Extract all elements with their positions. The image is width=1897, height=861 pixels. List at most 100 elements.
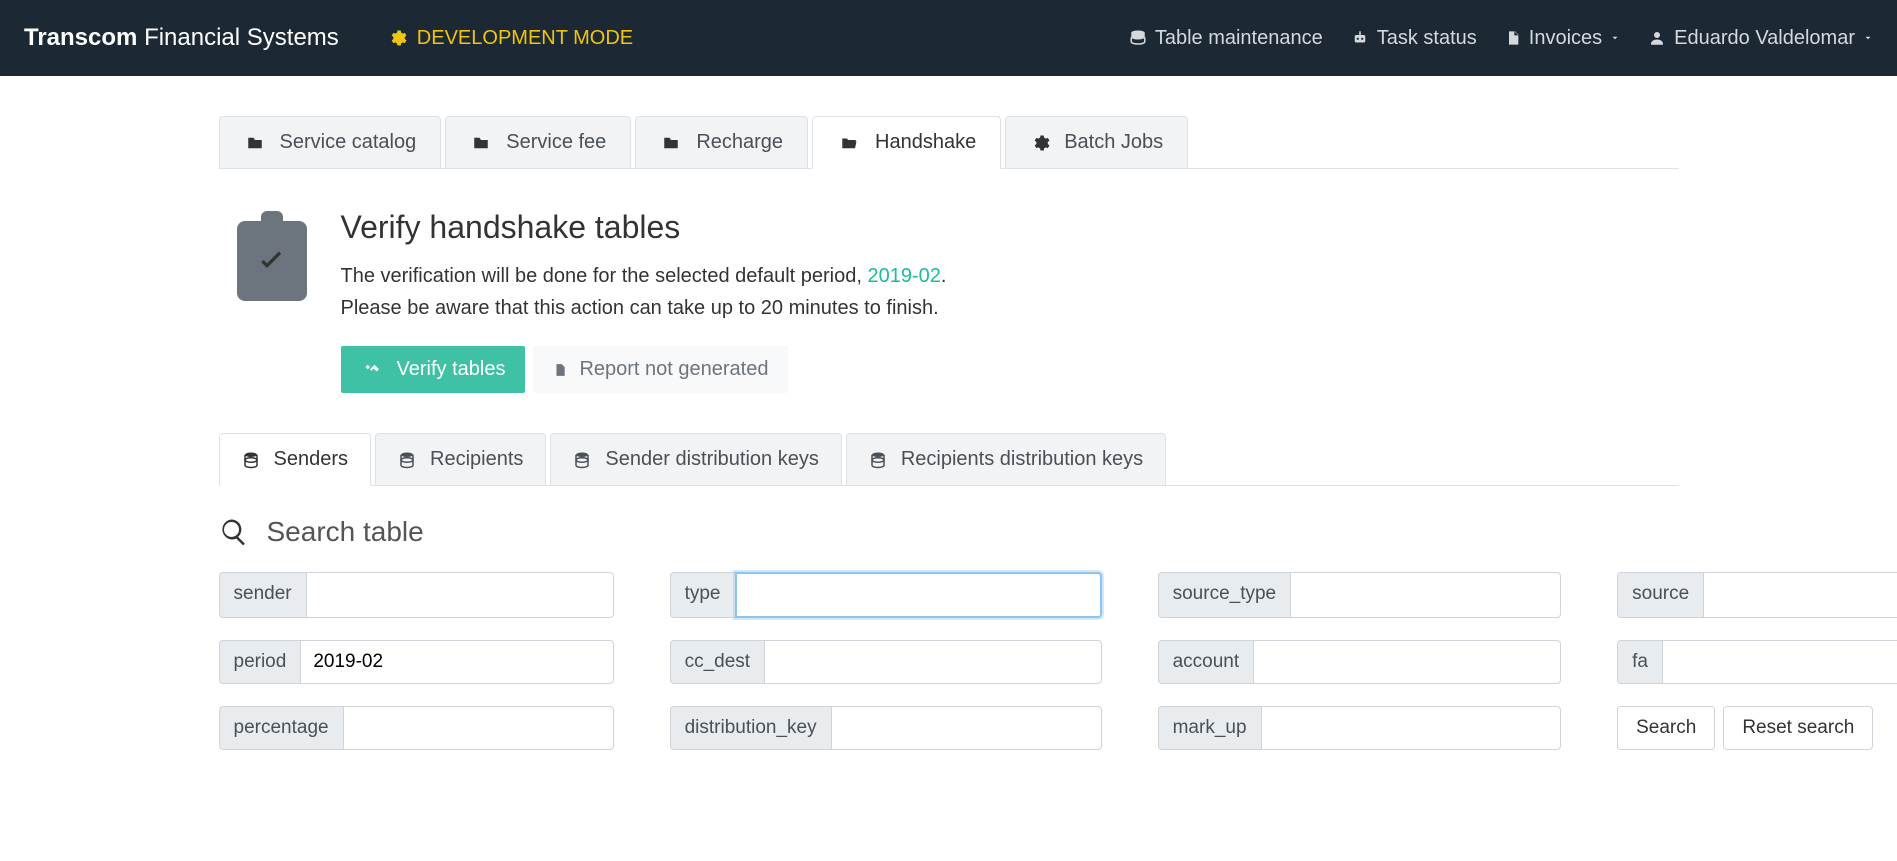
input-percentage[interactable]	[343, 706, 614, 750]
field-mark-up: mark_up	[1158, 706, 1562, 750]
caret-down-icon	[1863, 33, 1873, 43]
database-icon	[1129, 29, 1147, 47]
page-title: Verify handshake tables	[341, 209, 947, 246]
input-period[interactable]	[300, 640, 613, 684]
subtab-sender-dist-label: Sender distribution keys	[605, 448, 818, 471]
input-source[interactable]	[1703, 572, 1897, 618]
input-type[interactable]	[735, 572, 1102, 618]
database-icon	[869, 451, 887, 469]
page-header: Verify handshake tables The verification…	[237, 209, 1679, 393]
subtab-recipients[interactable]: Recipients	[375, 433, 546, 485]
search-buttons: Search Reset search	[1617, 706, 1897, 750]
clipboard-check-icon	[237, 221, 307, 301]
subtab-recipient-dist-keys[interactable]: Recipients distribution keys	[846, 433, 1166, 485]
field-sender: sender	[219, 572, 614, 618]
nav-task-status[interactable]: Task status	[1351, 27, 1477, 50]
input-cc-dest[interactable]	[764, 640, 1102, 684]
header-text: Verify handshake tables The verification…	[341, 209, 947, 393]
navbar: Transcom Financial Systems DEVELOPMENT M…	[0, 0, 1897, 76]
tab-handshake-label: Handshake	[875, 131, 976, 154]
tab-recharge[interactable]: Recharge	[635, 116, 808, 168]
label-account: account	[1158, 640, 1254, 684]
subtab-senders-label: Senders	[274, 448, 349, 471]
label-period: period	[219, 640, 301, 684]
main-container: Service catalog Service fee Recharge Han…	[189, 76, 1709, 770]
search-title: Search table	[219, 516, 1679, 548]
input-mark-up[interactable]	[1261, 706, 1562, 750]
field-cc-dest: cc_dest	[670, 640, 1102, 684]
verify-tables-button[interactable]: Verify tables	[341, 346, 526, 393]
sub-tabs: Senders Recipients Sender distribution k…	[219, 433, 1679, 486]
input-sender[interactable]	[306, 572, 614, 618]
label-fa: fa	[1617, 640, 1662, 684]
database-icon	[398, 451, 416, 469]
header-description: The verification will be done for the se…	[341, 260, 947, 324]
field-source: source	[1617, 572, 1897, 618]
gear-icon	[1030, 133, 1050, 153]
search-button[interactable]: Search	[1617, 706, 1715, 750]
field-type: type	[670, 572, 1102, 618]
gear-icon	[387, 28, 407, 48]
invoice-icon	[1505, 29, 1521, 47]
label-source-type: source_type	[1158, 572, 1291, 618]
tab-service-fee[interactable]: Service fee	[445, 116, 631, 168]
database-icon	[573, 451, 591, 469]
brand-bold: Transcom	[24, 24, 137, 51]
header-line2: Please be aware that this action can tak…	[341, 297, 939, 319]
label-mark-up: mark_up	[1158, 706, 1261, 750]
tab-service-fee-label: Service fee	[506, 131, 606, 154]
tab-service-catalog[interactable]: Service catalog	[219, 116, 442, 168]
label-cc-dest: cc_dest	[670, 640, 764, 684]
search-title-label: Search table	[267, 516, 424, 548]
nav-user-menu[interactable]: Eduardo Valdelomar	[1648, 27, 1873, 50]
header-line1-pre: The verification will be done for the se…	[341, 265, 868, 287]
nav-task-status-label: Task status	[1377, 27, 1477, 50]
field-period: period	[219, 640, 614, 684]
subtab-senders[interactable]: Senders	[219, 433, 372, 486]
nav-right: Table maintenance Task status Invoices E…	[1129, 27, 1873, 50]
period-link[interactable]: 2019-02	[867, 265, 940, 287]
nav-table-maintenance-label: Table maintenance	[1155, 27, 1323, 50]
nav-user-label: Eduardo Valdelomar	[1674, 27, 1855, 50]
brand: Transcom Financial Systems	[24, 24, 339, 52]
dev-mode-label: DEVELOPMENT MODE	[417, 27, 633, 50]
folder-icon	[244, 134, 266, 152]
input-fa[interactable]	[1662, 640, 1897, 684]
search-icon	[219, 517, 249, 547]
header-line1-post: .	[941, 265, 947, 287]
tab-batch-jobs[interactable]: Batch Jobs	[1005, 116, 1188, 168]
input-source-type[interactable]	[1290, 572, 1561, 618]
caret-down-icon	[1610, 33, 1620, 43]
report-label: Report not generated	[579, 358, 768, 381]
brand-light: Financial Systems	[144, 24, 339, 51]
tab-service-catalog-label: Service catalog	[280, 131, 417, 154]
field-percentage: percentage	[219, 706, 614, 750]
field-account: account	[1158, 640, 1562, 684]
label-type: type	[670, 572, 735, 618]
label-distribution-key: distribution_key	[670, 706, 831, 750]
tab-handshake[interactable]: Handshake	[812, 116, 1001, 169]
input-account[interactable]	[1253, 640, 1561, 684]
folder-open-icon	[837, 134, 861, 152]
label-percentage: percentage	[219, 706, 343, 750]
subtab-recipients-label: Recipients	[430, 448, 523, 471]
label-source: source	[1617, 572, 1703, 618]
file-icon	[553, 361, 567, 379]
folder-icon	[470, 134, 492, 152]
nav-table-maintenance[interactable]: Table maintenance	[1129, 27, 1323, 50]
robot-icon	[1351, 29, 1369, 47]
nav-invoices-label: Invoices	[1529, 27, 1602, 50]
field-distribution-key: distribution_key	[670, 706, 1102, 750]
nav-invoices[interactable]: Invoices	[1505, 27, 1620, 50]
dev-mode-badge: DEVELOPMENT MODE	[387, 27, 633, 50]
verify-tables-label: Verify tables	[397, 358, 506, 381]
subtab-sender-dist-keys[interactable]: Sender distribution keys	[550, 433, 841, 485]
user-icon	[1648, 29, 1666, 47]
main-tabs: Service catalog Service fee Recharge Han…	[219, 116, 1679, 169]
input-distribution-key[interactable]	[831, 706, 1102, 750]
header-buttons: Verify tables Report not generated	[341, 346, 947, 393]
field-source-type: source_type	[1158, 572, 1562, 618]
handshake-icon	[361, 361, 385, 379]
label-sender: sender	[219, 572, 306, 618]
reset-search-button[interactable]: Reset search	[1723, 706, 1873, 750]
